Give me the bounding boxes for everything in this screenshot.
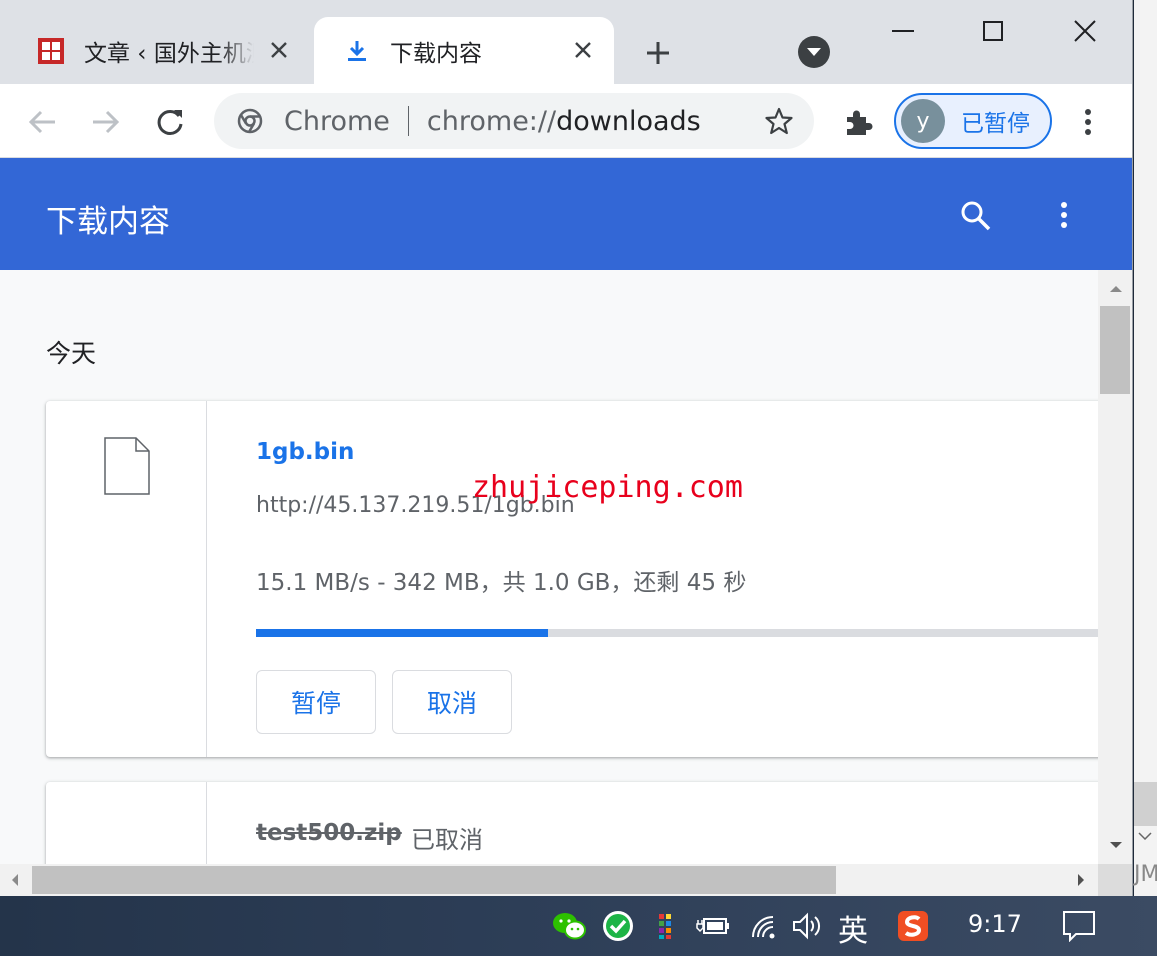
download-icon — [342, 36, 372, 66]
pause-button[interactable]: 暂停 — [256, 670, 376, 734]
search-button[interactable] — [956, 196, 994, 234]
scroll-down-icon[interactable] — [1098, 830, 1132, 860]
minimize-icon — [892, 30, 914, 32]
tab-strip: 文章 ‹ 国外主机测评 下载内容 — [0, 0, 1132, 84]
reload-button[interactable] — [150, 102, 190, 142]
search-icon — [961, 201, 991, 231]
url-host: downloads — [556, 105, 701, 137]
battery-charging-icon[interactable] — [694, 906, 732, 946]
close-icon[interactable] — [266, 37, 292, 63]
tab-downloads[interactable]: 下载内容 — [314, 17, 614, 84]
downloads-menu-button[interactable] — [1050, 196, 1078, 234]
file-name-link[interactable]: test500.zip — [256, 820, 402, 846]
close-window-button[interactable] — [1062, 10, 1108, 52]
site-logo-icon — [36, 36, 66, 66]
scroll-up-icon[interactable] — [1098, 274, 1132, 304]
maximize-icon — [983, 21, 1003, 41]
check-circle-icon[interactable] — [600, 906, 636, 946]
maximize-button[interactable] — [970, 10, 1016, 52]
plus-icon — [647, 42, 669, 64]
taskbar-clock[interactable]: 9:17 — [968, 910, 1022, 938]
download-progress-bar — [256, 629, 1098, 637]
background-window-text: JM — [1134, 862, 1157, 887]
taskbar: 英 9:17 — [0, 896, 1157, 956]
chevron-down-icon — [807, 48, 821, 56]
omnibox-separator — [407, 106, 409, 136]
notification-icon[interactable] — [1058, 906, 1100, 946]
reload-icon — [157, 109, 183, 135]
downloads-list: 今天 1gb.bin http://45.137.219.51/1gb.bin … — [0, 270, 1098, 864]
browser-toolbar: Chrome chrome://downloads y 已暂停 — [0, 84, 1132, 158]
bookmark-star-icon[interactable] — [764, 106, 794, 136]
ime-indicator[interactable]: 英 — [838, 906, 868, 950]
vertical-scroll-thumb[interactable] — [1100, 306, 1130, 394]
downloads-header: 下载内容 — [0, 158, 1132, 270]
url-scheme: chrome:// — [426, 105, 557, 137]
card-divider — [206, 782, 207, 864]
minimize-button[interactable] — [880, 10, 926, 52]
extensions-puzzle-icon[interactable] — [840, 104, 876, 140]
page-title: 下载内容 — [46, 204, 170, 240]
arrow-left-icon — [28, 110, 55, 134]
scrollbar-corner — [1098, 864, 1132, 896]
close-icon[interactable] — [570, 37, 596, 63]
forward-button[interactable] — [86, 102, 126, 142]
arrow-right-icon — [93, 110, 120, 134]
more-vertical-icon — [1085, 109, 1091, 135]
avatar: y — [901, 99, 945, 143]
profile-button[interactable]: y 已暂停 — [894, 93, 1052, 149]
background-window-edge: JM — [1134, 0, 1157, 896]
horizontal-scroll-thumb[interactable] — [32, 866, 836, 894]
file-name-link[interactable]: 1gb.bin — [256, 439, 354, 465]
url-text: chrome://downloads — [427, 106, 701, 137]
tab-search-button[interactable] — [798, 36, 830, 68]
volume-icon[interactable] — [790, 906, 824, 946]
download-item: 1gb.bin http://45.137.219.51/1gb.bin 15.… — [46, 401, 1098, 757]
new-tab-button[interactable] — [640, 35, 676, 71]
browser-window: 文章 ‹ 国外主机测评 下载内容 — [0, 0, 1133, 896]
progress-fill — [256, 629, 549, 637]
scroll-right-icon[interactable] — [1066, 864, 1096, 896]
card-divider — [206, 401, 207, 757]
date-group-label: 今天 — [46, 339, 97, 368]
horizontal-scrollbar[interactable] — [0, 864, 1098, 896]
back-button[interactable] — [22, 102, 62, 142]
omnibox-chip: Chrome — [284, 105, 390, 137]
tab-title: 文章 ‹ 国外主机测评 — [84, 40, 254, 67]
wifi-icon[interactable] — [748, 906, 780, 946]
tab-article[interactable]: 文章 ‹ 国外主机测评 — [0, 17, 310, 84]
colorful-app-icon[interactable] — [652, 906, 678, 946]
chrome-icon — [236, 107, 264, 135]
file-icon — [104, 437, 150, 495]
watermark-text: zhujiceping.com — [472, 470, 743, 505]
close-icon — [1074, 20, 1096, 42]
profile-status-label: 已暂停 — [961, 111, 1030, 137]
background-scroll-segment — [1134, 782, 1157, 826]
download-status: 已取消 — [411, 826, 483, 854]
cancel-button[interactable]: 取消 — [392, 670, 512, 734]
scroll-left-icon[interactable] — [0, 864, 30, 896]
download-item: test500.zip 已取消 — [46, 782, 1098, 864]
address-bar[interactable]: Chrome chrome://downloads — [214, 93, 814, 149]
browser-menu-button[interactable] — [1072, 104, 1104, 140]
download-status: 15.1 MB/s - 342 MB，共 1.0 GB，还剩 45 秒 — [256, 570, 747, 596]
chevron-down-icon — [1138, 832, 1152, 840]
sogou-input-icon[interactable] — [894, 906, 932, 946]
tab-title: 下载内容 — [390, 40, 482, 67]
more-vertical-icon — [1061, 202, 1067, 228]
wechat-icon[interactable] — [550, 906, 588, 946]
vertical-scrollbar[interactable] — [1098, 270, 1132, 864]
